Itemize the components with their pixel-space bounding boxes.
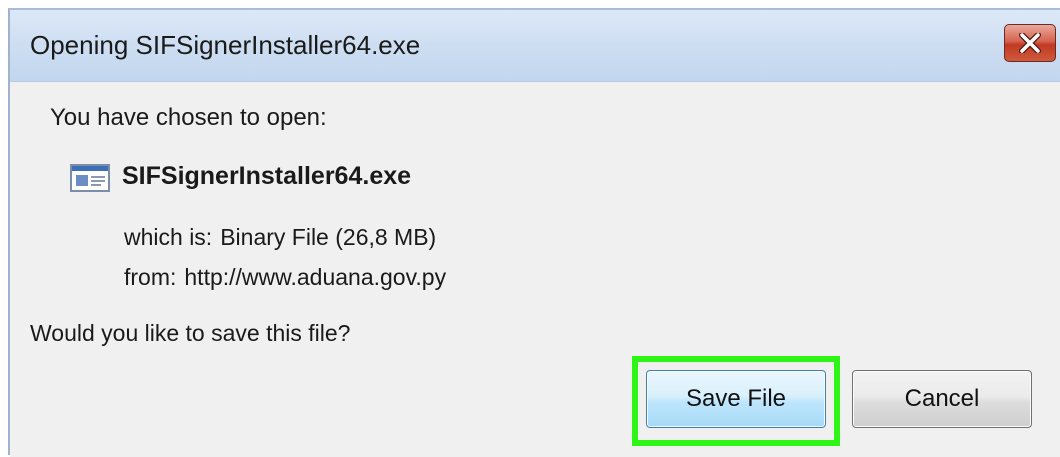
- download-dialog: Opening SIFSignerInstaller64.exe You hav…: [8, 8, 1060, 457]
- save-question: Would you like to save this file?: [30, 320, 351, 346]
- file-type-row: which is: Binary File (26,8 MB): [124, 224, 436, 251]
- save-file-button[interactable]: Save File: [646, 370, 826, 428]
- close-button[interactable]: [1004, 24, 1056, 62]
- file-type-label: which is:: [124, 224, 213, 250]
- dialog-body: You have chosen to open: SIFSignerInstal…: [10, 82, 1060, 457]
- file-name: SIFSignerInstaller64.exe: [122, 162, 412, 190]
- file-icon: [70, 164, 110, 192]
- intro-text: You have chosen to open:: [50, 104, 327, 131]
- close-icon: [1019, 33, 1041, 53]
- file-source-label: from:: [124, 264, 177, 290]
- cancel-button[interactable]: Cancel: [852, 370, 1032, 428]
- file-type-value: Binary File (26,8 MB): [220, 224, 437, 250]
- dialog-titlebar[interactable]: Opening SIFSignerInstaller64.exe: [10, 10, 1060, 82]
- file-source-value: http://www.aduana.gov.py: [184, 264, 447, 290]
- dialog-title: Opening SIFSignerInstaller64.exe: [30, 30, 421, 60]
- file-source-row: from: http://www.aduana.gov.py: [124, 264, 446, 291]
